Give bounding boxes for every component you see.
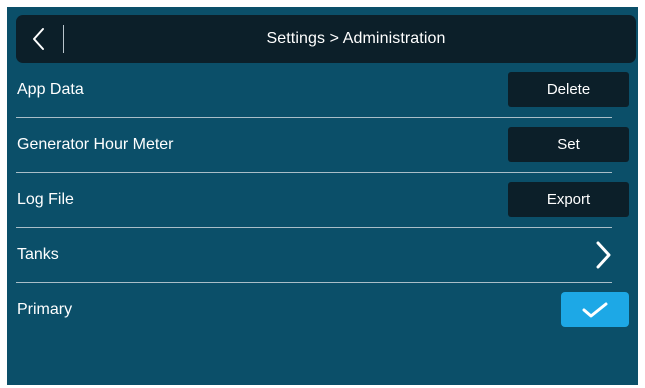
header-bar: Settings > Administration — [16, 15, 636, 63]
export-button[interactable]: Export — [508, 182, 629, 217]
back-button[interactable] — [16, 15, 62, 63]
checkmark-icon — [582, 302, 608, 317]
row-label: Log File — [17, 191, 74, 208]
row-label: Primary — [17, 301, 73, 318]
chevron-left-icon — [33, 28, 44, 50]
delete-button[interactable]: Delete — [508, 72, 629, 107]
settings-screen: Settings > Administration App Data Delet… — [7, 7, 638, 385]
primary-checkbox[interactable] — [561, 292, 629, 327]
setting-row-log-file: Log File Export — [16, 173, 629, 227]
page-title: Settings > Administration — [266, 30, 446, 47]
setting-row-generator-hour-meter: Generator Hour Meter Set — [16, 118, 629, 172]
row-label: Generator Hour Meter — [17, 136, 174, 153]
header-divider — [63, 25, 64, 53]
row-label: Tanks — [17, 246, 59, 263]
row-label: App Data — [17, 81, 84, 98]
setting-row-primary: Primary — [16, 283, 629, 337]
chevron-right-icon[interactable] — [591, 240, 615, 270]
set-button[interactable]: Set — [508, 127, 629, 162]
setting-row-app-data: App Data Delete — [16, 63, 629, 117]
setting-row-tanks[interactable]: Tanks — [16, 228, 612, 282]
